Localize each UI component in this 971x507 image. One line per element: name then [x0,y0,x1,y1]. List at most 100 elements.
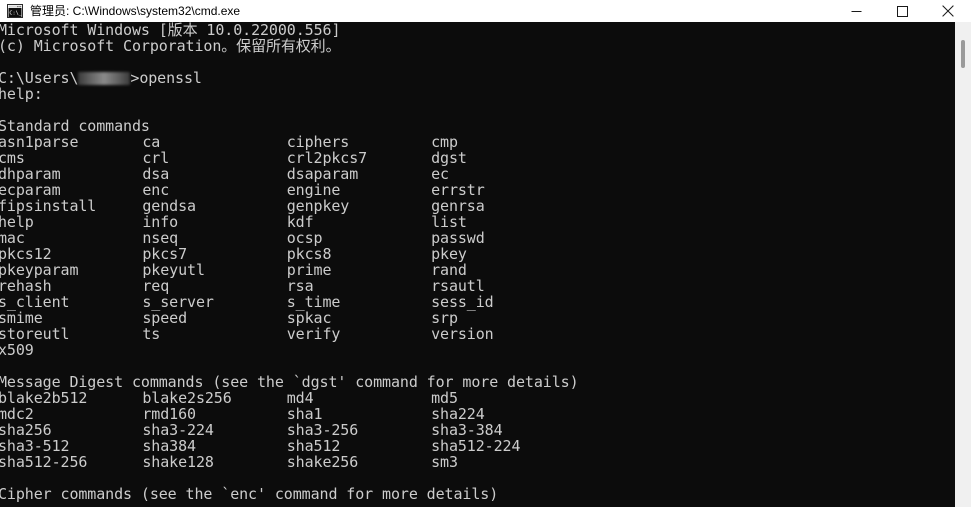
console-command: md4 [286,389,314,407]
vertical-scrollbar[interactable] [955,22,971,507]
console-command-row: asn1parse ca ciphers cmp [0,134,579,150]
console-command: blake2s256 [142,389,232,407]
console-command: pkeyparam [0,261,79,279]
title-bar[interactable]: C:\_ 管理员: C:\Windows\system32\cmd.exe [0,0,971,23]
console-command-row: sha3-512 sha384 sha512 sha512-224 [0,438,579,454]
cmd-window: C:\_ 管理员: C:\Windows\system32\cmd.exe Mi… [0,0,971,507]
console-command: x509 [0,341,34,359]
redacted-username [78,72,131,85]
console-command: speed [142,309,188,327]
console-command: ts [142,325,161,343]
console-command: pkeyutl [142,261,205,279]
scrollbar-thumb[interactable] [961,40,965,68]
console-command: genpkey [286,197,350,215]
console-command: prime [286,261,332,279]
console-command-row: storeutl ts verify version [0,326,579,342]
minimize-button[interactable] [833,0,879,22]
console-command: kdf [286,213,314,231]
console-command: info [142,213,179,231]
console-command-row: rehash req rsa rsautl [0,278,579,294]
console-command: storeutl [0,325,70,343]
console-command: sha512 [286,437,341,455]
window-title: 管理员: C:\Windows\system32\cmd.exe [30,4,241,18]
console-command: genrsa [431,197,485,215]
console-command-row: cms crl crl2pkcs7 dgst [0,150,579,166]
console-command: ocsp [286,229,323,247]
console-command-row: help info kdf list [0,214,579,230]
console-command: shake128 [142,453,214,471]
console-command: sha512-256 [0,453,88,471]
console-command: rand [431,261,467,279]
console-command: passwd [431,229,485,247]
console-command: dgst [431,149,467,167]
console-command: ciphers [286,133,350,151]
console-command: enc [142,181,170,199]
console-command-row: s_client s_server s_time sess_id [0,294,579,310]
console-command: req [142,277,170,295]
console-section-title: Cipher commands (see the `enc' command f… [0,485,499,503]
console-command-row: mac nseq ocsp passwd [0,230,579,246]
close-icon [942,5,954,17]
console-command: list [431,213,467,231]
console-text: Microsoft Windows [版本 10.0.22000.556] (c)… [0,22,579,502]
maximize-button[interactable] [879,0,925,22]
console-command: ca [142,133,161,151]
console-command-row: blake2b512 blake2s256 md4 md5 [0,390,579,406]
console-command: dhparam [0,165,61,183]
console-command-row: sha512-256 shake128 shake256 sm3 [0,454,579,470]
console-command: sha224 [431,405,485,423]
console-command-row: fipsinstall gendsa genpkey genrsa [0,198,579,214]
console-command: dsa [142,165,170,183]
minimize-icon [851,10,861,12]
console-command: spkac [286,309,332,327]
console-command: pkcs12 [0,245,52,263]
console-command: version [431,325,494,343]
console-section-title: Message Digest commands (see the `dgst' … [0,373,579,391]
console-command: sha3-224 [142,421,214,439]
console-command: cms [0,149,25,167]
console-command-row: pkcs12 pkcs7 pkcs8 pkey [0,246,579,262]
console-command: nseq [142,229,179,247]
console-command-row: ecparam enc engine errstr [0,182,579,198]
console-command: shake256 [286,453,359,471]
close-button[interactable] [925,0,971,22]
console-command: sm3 [431,453,458,471]
console-command: mdc2 [0,405,34,423]
console-command: sha3-256 [286,421,359,439]
console-command: sha512-224 [431,437,521,455]
console-command: s_time [286,293,341,311]
console-command: verify [286,325,341,343]
console-output-area[interactable]: Microsoft Windows [版本 10.0.22000.556] (c)… [0,22,955,507]
svg-text:C:\_: C:\_ [9,11,22,17]
console-command: ec [431,165,449,183]
console-command-row: x509 [0,342,579,358]
console-section-title: Standard commands [0,117,150,135]
console-command: engine [286,181,341,199]
console-command: smime [0,309,43,327]
console-prompt-line: C:\Users\ >openssl [0,70,579,86]
console-command: fipsinstall [0,197,97,215]
console-command-row: sha256 sha3-224 sha3-256 sha3-384 [0,422,579,438]
console-command: pkcs8 [286,245,332,263]
console-command: s_server [142,293,214,311]
console-command: mac [0,229,25,247]
console-command: rsautl [431,277,485,295]
console-command: md5 [431,389,458,407]
console-command: rehash [0,277,52,295]
console-command: cmp [431,133,458,151]
console-command: rmd160 [142,405,196,423]
console-command-row: dhparam dsa dsaparam ec [0,166,579,182]
console-help-label: help: [0,85,43,103]
console-banner-line: (c) Microsoft Corporation。保留所有权利。 [0,37,341,55]
console-command: gendsa [142,197,196,215]
console-command: sha3-384 [431,421,503,439]
console-command: sha3-512 [0,437,70,455]
console-command: ecparam [0,181,61,199]
console-command: help [0,213,34,231]
console-command: sha384 [142,437,196,455]
console-command: errstr [431,181,485,199]
console-command: crl2pkcs7 [286,149,368,167]
